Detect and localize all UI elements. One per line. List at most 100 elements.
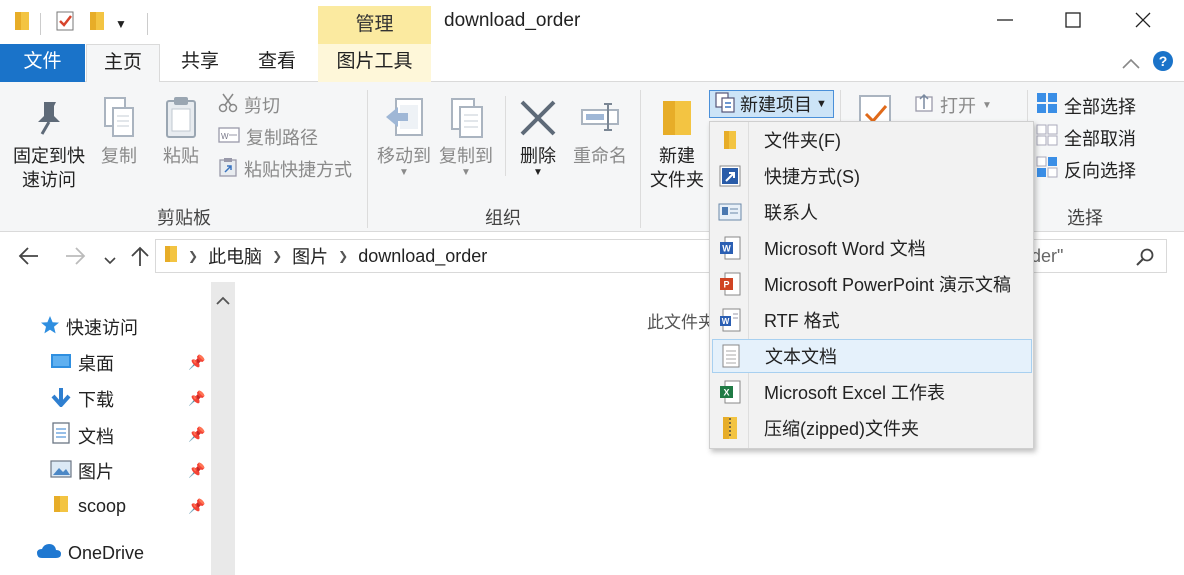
open-label: 打开	[940, 96, 976, 116]
copy-to-dropdown-icon: ▼	[461, 167, 471, 178]
forward-arrow-icon[interactable]	[64, 246, 86, 271]
menu-item-label: 快捷方式(S)	[764, 167, 860, 187]
breadcrumb-item[interactable]: 图片	[292, 243, 328, 269]
open-icon	[914, 93, 934, 118]
nav-item-label: 下载	[78, 390, 114, 410]
menu-item-new-shortcut[interactable]: 快捷方式(S)	[712, 159, 1032, 193]
powerpoint-icon: P	[712, 272, 748, 296]
cut-button[interactable]: 剪切	[218, 92, 280, 118]
tab-picture-tools[interactable]: 图片工具	[318, 44, 431, 82]
recent-locations-chevron-icon[interactable]	[104, 250, 116, 271]
new-item-menu: 文件夹(F) 快捷方式(S) 联系人 W Microsoft Word 文档 P…	[709, 121, 1034, 449]
zip-folder-icon	[712, 416, 748, 440]
nav-item-label: scoop	[78, 496, 127, 516]
breadcrumb-item[interactable]: 此电脑	[208, 243, 262, 269]
pin-icon: 📌	[188, 354, 206, 370]
nav-item-label: 桌面	[78, 354, 114, 374]
select-none-label: 全部取消	[1064, 128, 1136, 149]
menu-item-new-text-document[interactable]: 文本文档	[712, 339, 1032, 373]
menu-item-new-excel-worksheet[interactable]: X Microsoft Excel 工作表	[712, 375, 1032, 409]
paste-shortcut-button[interactable]: 粘贴快捷方式	[218, 156, 352, 182]
move-to-label: 移动到	[377, 146, 431, 166]
rename-button[interactable]: 重命名	[570, 92, 630, 168]
back-arrow-icon[interactable]	[18, 246, 40, 271]
paste-button[interactable]: 粘贴	[158, 92, 204, 168]
open-button[interactable]: 打开 ▼	[914, 92, 992, 118]
address-bar[interactable]: ❯ 此电脑 ❯ 图片 ❯ download_order	[155, 239, 715, 273]
new-item-icon	[714, 91, 736, 118]
ribbon-tabs: 文件 主页 共享 查看 图片工具 ?	[0, 44, 1184, 83]
nav-item-downloads[interactable]: 下载	[50, 386, 114, 412]
breadcrumb-item[interactable]: download_order	[358, 246, 487, 267]
menu-item-new-folder[interactable]: 文件夹(F)	[712, 123, 1032, 157]
nav-item-label: 文档	[78, 426, 114, 447]
copy-button[interactable]: 复制	[96, 92, 142, 168]
tab-share[interactable]: 共享	[163, 44, 237, 82]
maximize-icon	[1065, 11, 1081, 33]
close-button[interactable]	[1120, 0, 1166, 44]
pin-icon: 📌	[188, 462, 206, 478]
tab-view[interactable]: 查看	[240, 44, 314, 82]
new-item-button[interactable]: 新建项目 ▼	[709, 90, 834, 118]
delete-dropdown-icon: ▼	[533, 167, 543, 178]
title-bar: ▼ 管理 download_order	[0, 0, 1184, 44]
select-none-icon	[1036, 124, 1058, 151]
nav-item-quick-access[interactable]: 快速访问	[40, 314, 138, 340]
tab-file[interactable]: 文件	[0, 44, 85, 82]
delete-button[interactable]: 删除 ▼	[514, 92, 562, 178]
nav-item-onedrive[interactable]: OneDrive	[36, 542, 144, 565]
nav-item-desktop[interactable]: 桌面	[50, 350, 114, 376]
menu-item-new-word-document[interactable]: W Microsoft Word 文档	[712, 231, 1032, 265]
new-folder-icon	[648, 92, 706, 144]
new-folder-icon[interactable]	[89, 10, 105, 37]
help-icon[interactable]: ?	[1152, 50, 1174, 77]
select-none-button[interactable]: 全部取消	[1036, 124, 1136, 151]
svg-text:W: W	[221, 132, 229, 141]
quick-access-toolbar: ▼	[14, 10, 148, 37]
nav-scrollbar[interactable]	[211, 282, 235, 575]
up-arrow-icon[interactable]	[130, 245, 150, 272]
contact-icon	[712, 203, 748, 221]
move-to-button[interactable]: 移动到 ▼	[374, 92, 434, 178]
copy-label: 复制	[101, 146, 137, 166]
download-arrow-icon	[50, 387, 72, 412]
delete-icon	[514, 92, 562, 144]
menu-item-new-rtf[interactable]: W RTF 格式	[712, 303, 1032, 337]
search-icon	[1136, 248, 1154, 271]
breadcrumb-chevron-icon[interactable]: ❯	[188, 249, 198, 263]
pin-icon: 📌	[188, 426, 206, 442]
svg-text:W: W	[722, 244, 731, 254]
copy-path-label: 复制路径	[246, 128, 318, 148]
nav-item-documents[interactable]: 文档	[50, 422, 114, 449]
breadcrumb-chevron-icon[interactable]: ❯	[338, 249, 348, 263]
menu-item-label: 压缩(zipped)文件夹	[764, 419, 920, 439]
window-title: download_order	[444, 10, 581, 31]
copy-to-button[interactable]: 复制到 ▼	[436, 92, 496, 178]
nav-item-scoop[interactable]: scoop	[50, 494, 126, 519]
menu-item-label: 联系人	[764, 203, 818, 223]
cloud-icon	[36, 542, 62, 565]
menu-item-label: Microsoft Excel 工作表	[764, 383, 946, 403]
invert-selection-button[interactable]: 反向选择	[1036, 156, 1136, 183]
nav-item-pictures[interactable]: 图片	[50, 458, 114, 484]
scroll-up-icon[interactable]	[216, 290, 230, 311]
menu-item-new-contact[interactable]: 联系人	[712, 195, 1032, 229]
properties-icon[interactable]	[55, 10, 75, 37]
menu-item-new-zip-folder[interactable]: 压缩(zipped)文件夹	[712, 411, 1032, 445]
copy-path-button[interactable]: W 复制路径	[218, 124, 318, 150]
breadcrumb-chevron-icon[interactable]: ❯	[272, 249, 282, 263]
tab-home[interactable]: 主页	[86, 44, 160, 83]
minimize-button[interactable]	[982, 0, 1028, 44]
pin-to-quick-access-button[interactable]: 固定到快 速访问	[10, 92, 88, 192]
new-folder-button[interactable]: 新建 文件夹	[648, 92, 706, 192]
menu-item-new-powerpoint-presentation[interactable]: P Microsoft PowerPoint 演示文稿	[712, 267, 1032, 301]
maximize-button[interactable]	[1050, 0, 1096, 44]
collapse-ribbon-icon[interactable]	[1122, 54, 1140, 75]
paste-shortcut-icon	[218, 157, 238, 182]
cut-label: 剪切	[244, 96, 280, 116]
copy-path-icon: W	[218, 126, 240, 149]
svg-text:X: X	[723, 388, 729, 398]
customize-toolbar-dropdown-icon[interactable]: ▼	[115, 17, 127, 31]
document-icon	[50, 422, 72, 449]
select-all-button[interactable]: 全部选择	[1036, 92, 1136, 119]
